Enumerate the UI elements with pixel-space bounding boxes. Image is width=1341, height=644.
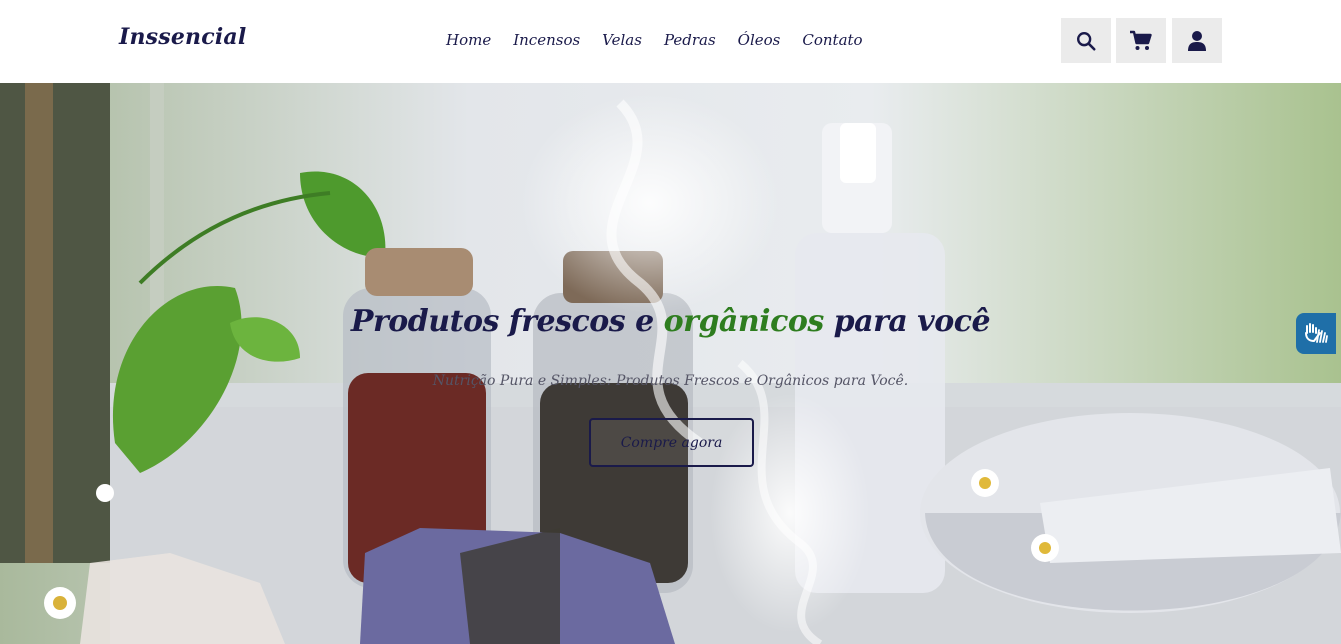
hero-banner: Produtos frescos e orgânicos para você N… bbox=[0, 83, 1341, 644]
nav-pedras[interactable]: Pedras bbox=[664, 29, 716, 51]
search-icon bbox=[1077, 31, 1096, 51]
hero-background-image bbox=[0, 83, 1341, 644]
user-icon bbox=[1188, 30, 1206, 51]
hero-subtitle: Nutrição Pura e Simples: Produtos Fresco… bbox=[432, 373, 909, 389]
site-header: Inssencial Home Incensos Velas Pedras Ól… bbox=[0, 0, 1341, 83]
cart-icon bbox=[1130, 30, 1152, 50]
nav-incensos[interactable]: Incensos bbox=[513, 29, 580, 51]
hero-title-part2: para você bbox=[823, 304, 991, 339]
nav-velas[interactable]: Velas bbox=[602, 29, 642, 51]
cart-button[interactable] bbox=[1116, 18, 1166, 63]
nav-contato[interactable]: Contato bbox=[802, 29, 862, 51]
nav-oleos[interactable]: Óleos bbox=[738, 29, 781, 51]
site-logo[interactable]: Inssencial bbox=[119, 24, 246, 50]
search-button[interactable] bbox=[1061, 18, 1111, 63]
main-nav: Home Incensos Velas Pedras Óleos Contato bbox=[446, 29, 863, 51]
hero-title-highlight: orgânicos bbox=[663, 304, 825, 339]
accessibility-widget-button[interactable] bbox=[1296, 313, 1336, 354]
shop-now-button[interactable]: Compre agora bbox=[589, 418, 754, 467]
sign-language-icon bbox=[1305, 322, 1328, 343]
hero-title: Produtos frescos e orgânicos para você bbox=[0, 304, 1341, 339]
hero-title-part1: Produtos frescos e bbox=[350, 304, 664, 339]
nav-home[interactable]: Home bbox=[446, 29, 491, 51]
account-button[interactable] bbox=[1172, 18, 1222, 63]
